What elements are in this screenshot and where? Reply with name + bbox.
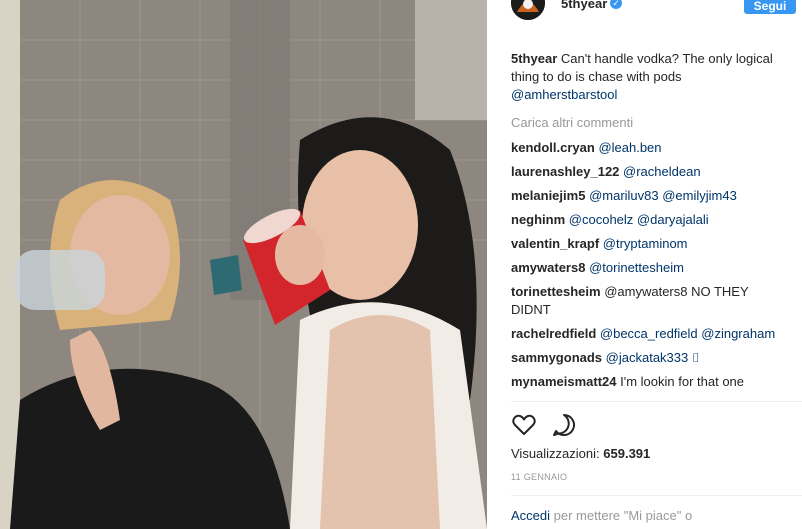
- comment-text[interactable]: @becca_redfield @zingraham: [600, 326, 775, 341]
- comment-text[interactable]: @leah.ben: [598, 140, 661, 155]
- comments-list[interactable]: kendoll.cryan @leah.ben laurenashley_122…: [511, 139, 781, 401]
- comment-item: melaniejim5 @mariluv83 @emilyjim43: [511, 187, 781, 205]
- post-caption: 5thyear Can't handle vodka? The only log…: [511, 50, 781, 104]
- login-link[interactable]: Accedi: [511, 508, 550, 523]
- heart-icon[interactable]: [511, 412, 537, 438]
- comment-text[interactable]: @torinettesheim: [589, 260, 684, 275]
- comment-username[interactable]: valentin_krapf: [511, 236, 599, 251]
- comment-item: laurenashley_122 @racheldean: [511, 163, 781, 181]
- comment-item: kendoll.cryan @leah.ben: [511, 139, 781, 157]
- follow-button[interactable]: Segui: [744, 0, 796, 14]
- views-label: Visualizzazioni:: [511, 446, 600, 461]
- post-video[interactable]: [0, 0, 487, 529]
- comment-username[interactable]: neghinm: [511, 212, 565, 227]
- load-more-comments-button[interactable]: Carica altri commenti: [511, 115, 633, 130]
- post-sidebar: 5thyear ✓ Segui 5thyear Can't handle vod…: [487, 0, 802, 529]
- comment-username[interactable]: sammygonads: [511, 350, 602, 365]
- post-username[interactable]: 5thyear: [561, 0, 607, 11]
- comment-text[interactable]: @racheldean: [623, 164, 701, 179]
- login-prompt: Accedi per mettere "Mi piace" o: [511, 508, 692, 523]
- comment-username[interactable]: amywaters8: [511, 260, 585, 275]
- video-frame: [0, 0, 487, 529]
- comment-text: I'm lookin for that one: [620, 374, 745, 389]
- verified-badge-icon: ✓: [610, 0, 622, 9]
- comment-bubble-icon[interactable]: [551, 412, 577, 438]
- comment-username[interactable]: laurenashley_122: [511, 164, 619, 179]
- views-number: 659.391: [603, 446, 651, 461]
- comment-text[interactable]: @tryptaminom: [603, 236, 688, 251]
- comment-item: amywaters8 @torinettesheim: [511, 259, 781, 277]
- divider: [511, 495, 802, 496]
- comment-item: mynameismatt24 I'm lookin for that one: [511, 373, 781, 391]
- comment-item: neghinm @cocohelz @daryajalali: [511, 211, 781, 229]
- view-count: Visualizzazioni: 659.391: [511, 446, 650, 461]
- comment-item: sammygonads @jackatak333 ⌷: [511, 349, 781, 367]
- comment-username[interactable]: mynameismatt24: [511, 374, 617, 389]
- comment-username[interactable]: kendoll.cryan: [511, 140, 595, 155]
- comment-item: torinettesheim @amywaters8 NO THEY DIDNT: [511, 283, 781, 319]
- comment-username[interactable]: rachelredfield: [511, 326, 596, 341]
- caption-mention[interactable]: @amherstbarstool: [511, 87, 617, 102]
- comment-text[interactable]: @mariluv83 @emilyjim43: [589, 188, 737, 203]
- avatar-image: [511, 0, 545, 20]
- avatar[interactable]: [511, 0, 545, 20]
- comment-item: valentin_krapf @tryptaminom: [511, 235, 781, 253]
- login-text: per mettere "Mi piace" o: [553, 508, 693, 523]
- comment-text[interactable]: @jackatak333 ⌷: [606, 350, 700, 365]
- post-actions: [511, 412, 711, 438]
- comment-item: rachelredfield @becca_redfield @zingraha…: [511, 325, 781, 343]
- comment-username[interactable]: torinettesheim: [511, 284, 601, 299]
- comment-username[interactable]: melaniejim5: [511, 188, 585, 203]
- comment-text[interactable]: @cocohelz @daryajalali: [569, 212, 709, 227]
- post-header: 5thyear ✓ Segui: [511, 0, 802, 20]
- caption-username[interactable]: 5thyear: [511, 51, 557, 66]
- divider: [511, 401, 802, 402]
- post-date[interactable]: 11 GENNAIO: [511, 472, 567, 482]
